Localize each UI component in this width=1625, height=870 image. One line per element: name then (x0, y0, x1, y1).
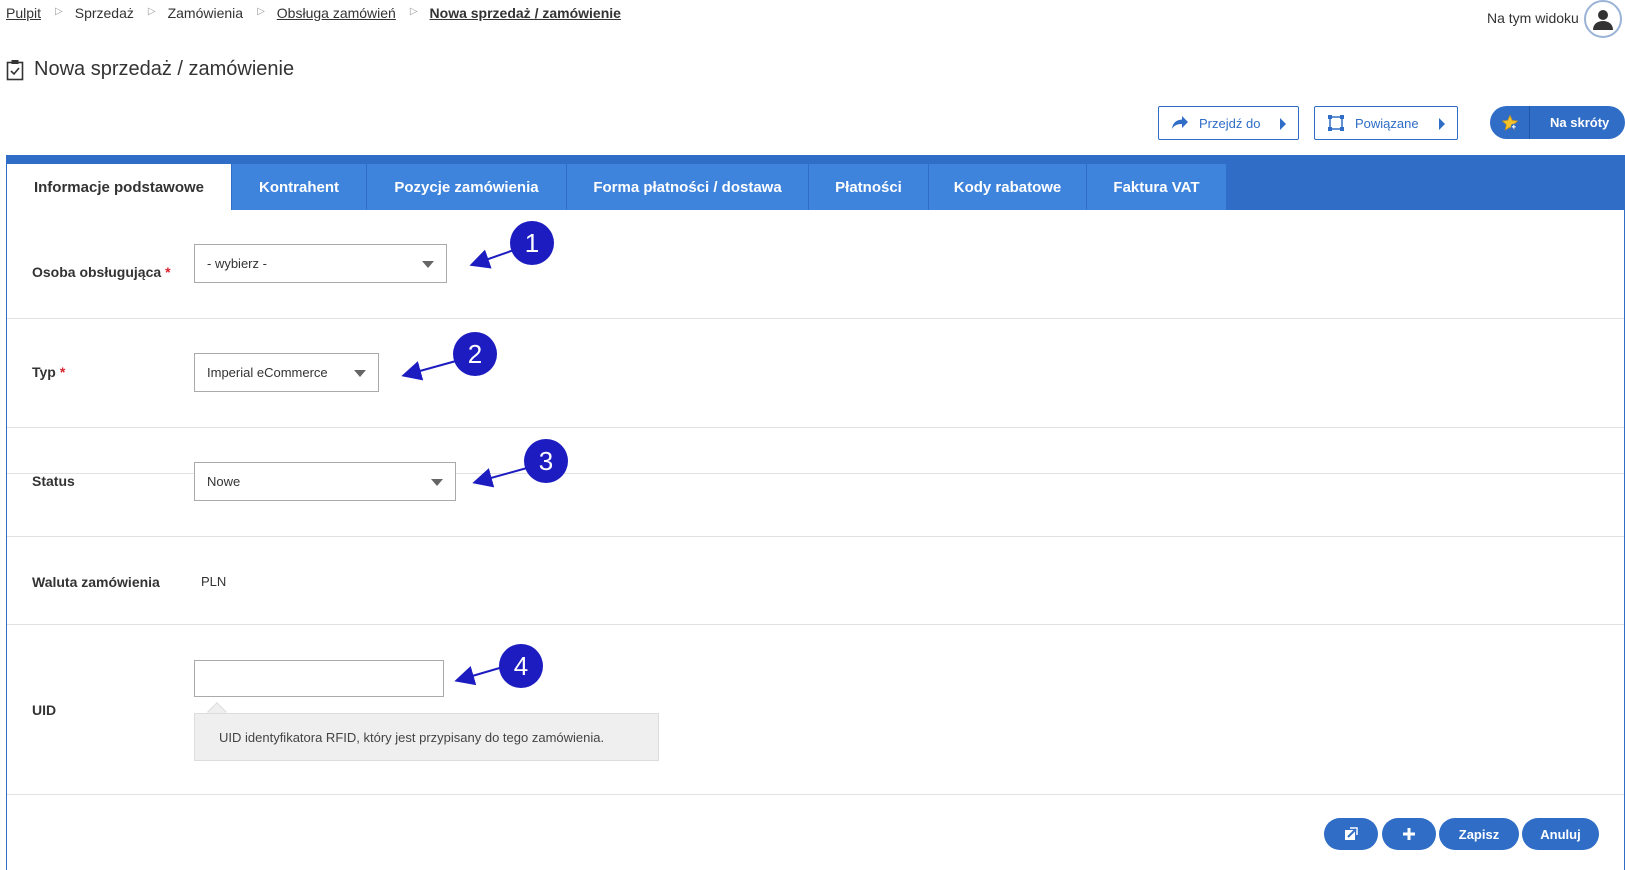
tab-kody-rabatowe[interactable]: Kody rabatowe (929, 164, 1087, 210)
callout-3: 3 (524, 439, 568, 483)
tab-forma-platnosci-dostawa[interactable]: Forma płatności / dostawa (567, 164, 809, 210)
callout-4: 4 (499, 644, 543, 688)
form-row-currency: Waluta zamówienia PLN (7, 537, 1624, 625)
breadcrumb-separator-icon: ▷ (55, 5, 63, 17)
callout-1: 1 (510, 221, 554, 265)
tab-kontrahent[interactable]: Kontrahent (232, 164, 367, 210)
caret-right-icon (1439, 118, 1445, 130)
form-row-type: Typ * Imperial eCommerce (7, 319, 1624, 428)
callout-2: 2 (453, 332, 497, 376)
type-label: Typ * (32, 364, 66, 380)
form-row-status: Status Nowe (7, 428, 1624, 537)
status-select[interactable]: Nowe (194, 462, 456, 501)
breadcrumb-sprzedaz: Sprzedaż (74, 5, 134, 21)
tab-faktura-vat[interactable]: Faktura VAT (1087, 164, 1227, 210)
tab-informacje-podstawowe[interactable]: Informacje podstawowe (7, 164, 232, 210)
breadcrumb-current[interactable]: Nowa sprzedaż / zamówienie (430, 5, 621, 21)
form-row-handler: Osoba obsługująca * - wybierz - (7, 210, 1624, 319)
breadcrumb-obsluga-zamowien[interactable]: Obsługa zamówień (277, 5, 396, 21)
add-shortcut-star[interactable] (1490, 106, 1530, 139)
tab-bar: Informacje podstawowe Kontrahent Pozycje… (7, 155, 1624, 210)
clipboard-check-icon (6, 59, 24, 80)
save-button[interactable]: Zapisz (1439, 818, 1519, 850)
currency-label: Waluta zamówienia (32, 574, 160, 590)
add-new-button[interactable] (1382, 818, 1436, 850)
type-select-value: Imperial eCommerce (207, 365, 328, 380)
plus-icon (1403, 828, 1415, 840)
caret-right-icon (1280, 118, 1286, 130)
user-icon (1593, 10, 1613, 30)
uid-hint: UID identyfikatora RFID, który jest przy… (194, 713, 659, 761)
user-avatar[interactable] (1584, 0, 1622, 38)
shortcuts-button[interactable]: Na skróty (1490, 106, 1625, 139)
breadcrumb-zamowienia: Zamówienia (167, 5, 244, 21)
status-label: Status (32, 473, 75, 489)
dropdown-arrow-icon (431, 479, 443, 486)
star-icon (1501, 114, 1518, 131)
page-header: Nowa sprzedaż / zamówienie (6, 58, 294, 81)
handler-select[interactable]: - wybierz - (194, 244, 447, 283)
breadcrumb-pulpit[interactable]: Pulpit (6, 5, 41, 21)
dropdown-arrow-icon (354, 370, 366, 377)
save-and-return-button[interactable] (1324, 818, 1378, 850)
related-label: Powiązane (1355, 115, 1419, 131)
breadcrumb-separator-icon: ▷ (147, 5, 156, 17)
handler-select-value: - wybierz - (207, 256, 267, 271)
shortcuts-label: Na skróty (1550, 115, 1610, 130)
uid-label: UID (32, 702, 57, 718)
handler-label: Osoba obsługująca * (32, 264, 171, 280)
dropdown-arrow-icon (422, 261, 434, 268)
page-title: Nowa sprzedaż / zamówienie (34, 58, 295, 80)
breadcrumb-separator-icon: ▷ (257, 5, 265, 17)
breadcrumb-separator-icon: ▷ (409, 5, 418, 17)
currency-value: PLN (201, 574, 227, 589)
tab-platnosci[interactable]: Płatności (809, 164, 929, 210)
cancel-button[interactable]: Anuluj (1522, 818, 1599, 850)
breadcrumb: Pulpit ▷ Sprzedaż ▷ Zamówienia ▷ Obsługa… (6, 5, 621, 21)
share-arrow-icon (1172, 116, 1188, 129)
goto-button[interactable]: Przejdź do (1158, 106, 1299, 140)
link-nodes-icon (1328, 115, 1344, 131)
uid-input[interactable] (194, 660, 444, 697)
tab-pozycje-zamowienia[interactable]: Pozycje zamówienia (367, 164, 567, 210)
save-return-icon (1345, 827, 1358, 840)
goto-label: Przejdź do (1199, 115, 1261, 131)
type-select[interactable]: Imperial eCommerce (194, 353, 379, 392)
related-button[interactable]: Powiązane (1314, 106, 1458, 140)
form-row-uid: UID UID identyfikatora RFID, który jest … (7, 625, 1624, 795)
view-label: Na tym widoku (1487, 10, 1579, 26)
status-select-value: Nowe (207, 474, 241, 489)
